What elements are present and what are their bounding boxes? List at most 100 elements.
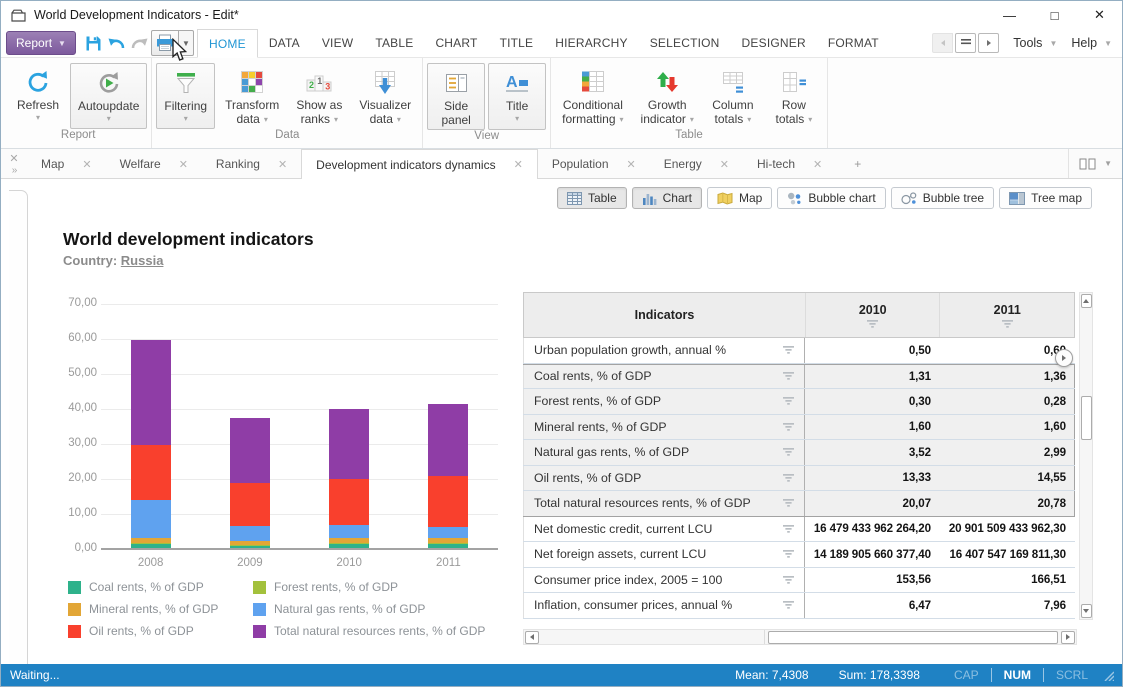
scroll-thumb[interactable] bbox=[1081, 396, 1092, 440]
legend-item[interactable]: Mineral rents, % of GDP bbox=[68, 602, 253, 616]
bar-segment-natural-gas-rents[interactable] bbox=[329, 525, 369, 537]
close-button[interactable]: ✕ bbox=[1077, 1, 1122, 29]
maximize-button[interactable]: □ bbox=[1032, 1, 1077, 29]
value-cell-2011[interactable]: 2,99 bbox=[940, 440, 1075, 465]
ribbon-button-column-totals[interactable]: Columntotals▾ bbox=[704, 63, 762, 129]
table-row[interactable]: Oil rents, % of GDP13,3314,55 bbox=[523, 466, 1075, 492]
value-cell-2011[interactable]: 166,51 bbox=[940, 568, 1075, 593]
ribbon-button-growth-indicator[interactable]: Growthindicator▾ bbox=[634, 63, 701, 129]
value-cell-2011[interactable]: 7,96 bbox=[940, 593, 1075, 618]
scroll-thumb[interactable] bbox=[768, 631, 1058, 644]
view-button-chart[interactable]: Chart bbox=[632, 187, 702, 209]
add-sheet-tab-button[interactable]: + bbox=[836, 150, 879, 178]
value-cell-2010[interactable]: 13,33 bbox=[805, 466, 940, 491]
ribbon-tab-chart[interactable]: CHART bbox=[424, 29, 488, 57]
split-view-icon[interactable] bbox=[1079, 157, 1096, 171]
indicator-cell[interactable]: Natural gas rents, % of GDP bbox=[523, 440, 805, 465]
ribbon-button-refresh[interactable]: Refresh▾ bbox=[9, 63, 67, 129]
value-cell-2010[interactable]: 0,30 bbox=[805, 389, 940, 414]
filter-icon[interactable] bbox=[783, 346, 794, 354]
ribbon-nav-back-button[interactable] bbox=[932, 33, 953, 53]
bar-segment-oil-rents[interactable] bbox=[230, 483, 270, 526]
column-header-2011[interactable]: 2011 bbox=[939, 293, 1074, 337]
legend-item[interactable]: Oil rents, % of GDP bbox=[68, 624, 253, 638]
value-cell-2011[interactable]: 1,60 bbox=[940, 415, 1075, 440]
country-link[interactable]: Russia bbox=[121, 253, 164, 268]
indicator-cell[interactable]: Mineral rents, % of GDP bbox=[523, 415, 805, 440]
table-row[interactable]: Consumer price index, 2005 = 100153,5616… bbox=[523, 568, 1075, 594]
sheet-tab-hi-tech[interactable]: Hi-tech✕ bbox=[743, 150, 836, 178]
ribbon-button-show-as-ranks[interactable]: 213Show asranks▾ bbox=[289, 63, 349, 129]
indicator-cell[interactable]: Forest rents, % of GDP bbox=[523, 389, 805, 414]
view-button-map[interactable]: Map bbox=[707, 187, 772, 209]
view-button-bubble-tree[interactable]: Bubble tree bbox=[891, 187, 994, 209]
filter-icon[interactable] bbox=[783, 397, 794, 405]
table-horizontal-scrollbar[interactable] bbox=[523, 629, 1077, 645]
sheet-tab-development-indicators-dynamics[interactable]: Development indicators dynamics✕ bbox=[301, 149, 538, 179]
bar-segment-oil-rents[interactable] bbox=[428, 476, 468, 527]
legend-item[interactable]: Coal rents, % of GDP bbox=[68, 580, 253, 594]
minimize-button[interactable]: — bbox=[987, 1, 1032, 29]
ribbon-tab-hierarchy[interactable]: HIERARCHY bbox=[544, 29, 638, 57]
value-cell-2011[interactable]: 0,28 bbox=[940, 389, 1075, 414]
filter-icon[interactable] bbox=[783, 372, 794, 380]
indicator-cell[interactable]: Consumer price index, 2005 = 100 bbox=[523, 568, 805, 593]
value-cell-2010[interactable]: 20,07 bbox=[805, 491, 940, 516]
ribbon-button-row-totals[interactable]: Rowtotals▾ bbox=[765, 63, 823, 129]
legend-item[interactable]: Forest rents, % of GDP bbox=[253, 580, 485, 594]
value-cell-2011[interactable]: 20,78 bbox=[940, 491, 1075, 516]
tab-close-icon[interactable]: ✕ bbox=[813, 158, 822, 171]
view-button-bubble-chart[interactable]: Bubble chart bbox=[777, 187, 885, 209]
sheet-tab-ranking[interactable]: Ranking✕ bbox=[202, 150, 301, 178]
filter-icon[interactable] bbox=[867, 320, 878, 328]
ribbon-tab-table[interactable]: TABLE bbox=[364, 29, 424, 57]
view-button-tree-map[interactable]: Tree map bbox=[999, 187, 1092, 209]
resize-grip[interactable] bbox=[1102, 669, 1114, 681]
bar-segment-forest-rents[interactable] bbox=[230, 545, 270, 546]
scroll-left-button[interactable] bbox=[525, 631, 539, 644]
tab-close-icon[interactable]: ✕ bbox=[82, 158, 91, 171]
indicator-cell[interactable]: Inflation, consumer prices, annual % bbox=[523, 593, 805, 618]
indicator-cell[interactable]: Oil rents, % of GDP bbox=[523, 466, 805, 491]
tab-close-icon[interactable]: ✕ bbox=[514, 158, 523, 171]
value-cell-2011[interactable]: 1,36 bbox=[940, 365, 1075, 389]
indicator-cell[interactable]: Net foreign assets, current LCU bbox=[523, 542, 805, 567]
bar-segment-forest-rents[interactable] bbox=[329, 543, 369, 544]
sheet-tab-welfare[interactable]: Welfare✕ bbox=[106, 150, 202, 178]
ribbon-tab-selection[interactable]: SELECTION bbox=[639, 29, 731, 57]
ribbon-tab-designer[interactable]: DESIGNER bbox=[731, 29, 817, 57]
tab-overflow-icon[interactable]: » bbox=[12, 165, 17, 176]
indicator-cell[interactable]: Net domestic credit, current LCU bbox=[523, 517, 805, 542]
value-cell-2010[interactable]: 6,47 bbox=[805, 593, 940, 618]
table-row[interactable]: Coal rents, % of GDP1,311,36 bbox=[523, 364, 1075, 390]
filter-icon[interactable] bbox=[783, 550, 794, 558]
view-button-table[interactable]: Table bbox=[557, 187, 627, 209]
table-vertical-scrollbar[interactable] bbox=[1079, 292, 1093, 620]
table-row[interactable]: Net foreign assets, current LCU14 189 90… bbox=[523, 542, 1075, 568]
ribbon-button-filtering[interactable]: Filtering▾ bbox=[156, 63, 215, 129]
ribbon-tab-view[interactable]: VIEW bbox=[311, 29, 364, 57]
column-header-indicators[interactable]: Indicators bbox=[524, 293, 805, 337]
tools-menu[interactable]: Tools▼ bbox=[1013, 36, 1057, 50]
value-cell-2010[interactable]: 3,52 bbox=[805, 440, 940, 465]
sheet-tab-population[interactable]: Population✕ bbox=[538, 150, 650, 178]
chevron-down-icon[interactable]: ▼ bbox=[1104, 159, 1112, 168]
table-row[interactable]: Net domestic credit, current LCU16 479 4… bbox=[523, 517, 1075, 543]
filter-icon[interactable] bbox=[783, 448, 794, 456]
report-menu-button[interactable]: Report ▼ bbox=[6, 31, 76, 55]
filter-icon[interactable] bbox=[1002, 320, 1013, 328]
value-cell-2010[interactable]: 153,56 bbox=[805, 568, 940, 593]
column-header-2010[interactable]: 2010 bbox=[805, 293, 940, 337]
value-cell-2010[interactable]: 16 479 433 962 264,20 bbox=[805, 517, 940, 542]
bar-segment-forest-rents[interactable] bbox=[428, 543, 468, 544]
tab-close-icon[interactable]: ✕ bbox=[179, 158, 188, 171]
filter-icon[interactable] bbox=[783, 423, 794, 431]
indicator-cell[interactable]: Urban population growth, annual % bbox=[523, 338, 805, 363]
value-cell-2011[interactable]: 16 407 547 169 811,30 bbox=[940, 542, 1075, 567]
ribbon-tab-data[interactable]: DATA bbox=[258, 29, 311, 57]
ribbon-button-transform-data[interactable]: Transformdata▾ bbox=[218, 63, 286, 129]
tab-close-icon[interactable]: ✕ bbox=[627, 158, 636, 171]
value-cell-2010[interactable]: 14 189 905 660 377,40 bbox=[805, 542, 940, 567]
close-tab-icon[interactable]: ✕ bbox=[9, 152, 18, 165]
undo-button[interactable] bbox=[105, 30, 128, 56]
